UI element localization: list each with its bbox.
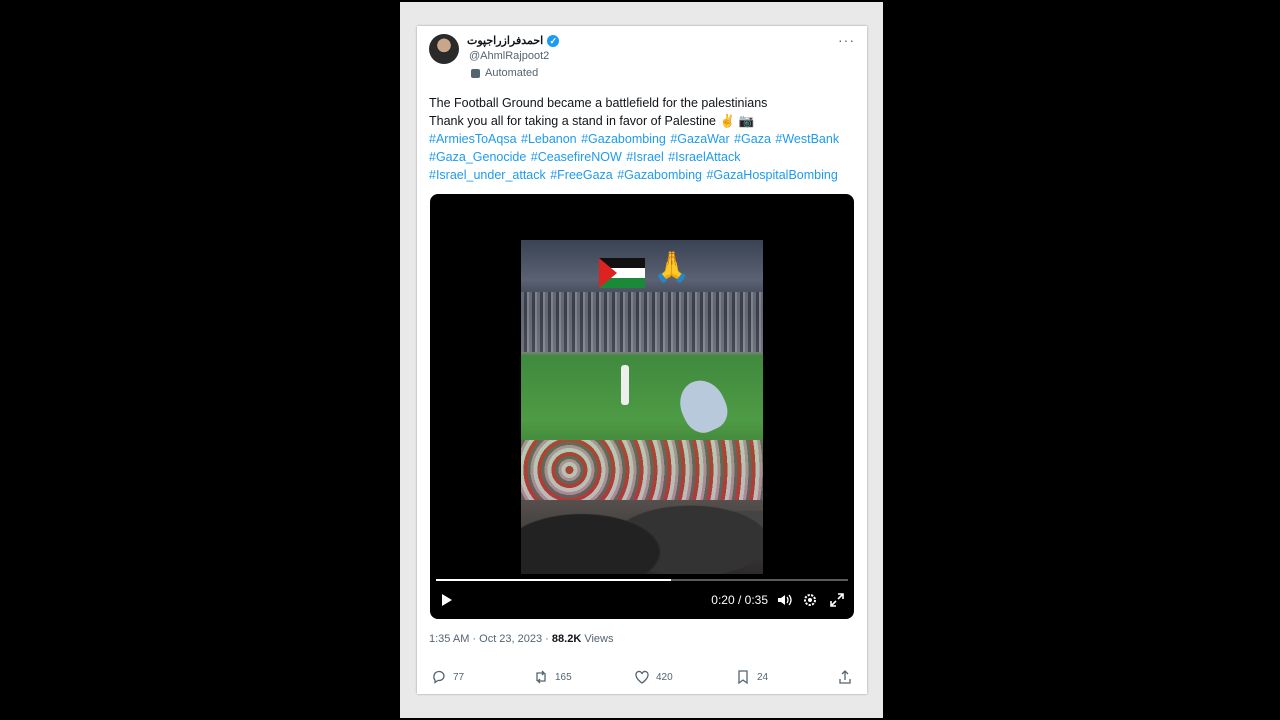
automated-label: Automated (471, 67, 538, 79)
fans-foreground (521, 464, 763, 574)
bookmark-button[interactable]: 24 (735, 669, 768, 685)
palestine-flag-emoji (599, 258, 645, 288)
fullscreen-icon[interactable] (829, 592, 845, 608)
settings-gear-icon[interactable] (802, 592, 818, 608)
verified-badge-icon: ✓ (547, 34, 560, 47)
like-count: 420 (656, 671, 673, 683)
tweet-line: Thank you all for taking a stand in favo… (429, 114, 755, 128)
timestamp[interactable]: 1:35 AM · Oct 23, 2023 · (429, 633, 552, 645)
display-name-row[interactable]: احمدفرازراجپوت ✓ (467, 34, 560, 47)
like-button[interactable]: 420 (634, 669, 673, 685)
video-controls: 0:20 / 0:35 (430, 590, 854, 612)
hashtag-line[interactable]: #Gaza_Genocide #CeasefireNOW #Israel #Is… (429, 148, 859, 166)
share-icon (839, 670, 851, 684)
stadium-crowd (521, 292, 763, 352)
praying-hands-emoji: 🙏 (653, 251, 691, 284)
share-button[interactable] (837, 669, 853, 685)
more-options-icon[interactable]: ··· (838, 32, 855, 48)
automated-text: Automated (485, 67, 539, 79)
user-handle[interactable]: @AhmlRajpoot2 (469, 50, 549, 62)
tweet-meta: 1:35 AM · Oct 23, 2023 · 88.2K Views (429, 633, 613, 645)
tweet-line: The Football Ground became a battlefield… (429, 96, 768, 110)
reply-icon (433, 670, 445, 684)
tweet-card: احمدفرازراجپوت ✓ @AhmlRajpoot2 Automated… (417, 26, 867, 694)
video-progress-fill (436, 579, 671, 581)
tweet-text: The Football Ground became a battlefield… (429, 94, 859, 184)
video-time: 0:20 / 0:35 (711, 593, 768, 607)
avatar[interactable] (429, 34, 459, 64)
play-icon[interactable] (442, 594, 452, 606)
video-player[interactable]: 🙏 0:20 / 0:35 (430, 194, 854, 619)
hashtag-line[interactable]: #ArmiesToAqsa #Lebanon #Gazabombing #Gaz… (429, 130, 859, 148)
teddy-bear (672, 373, 734, 439)
volume-icon[interactable] (776, 592, 792, 608)
repost-button[interactable]: 165 (533, 669, 572, 685)
display-name[interactable]: احمدفرازراجپوت (467, 34, 543, 47)
video-progress-bar[interactable] (436, 579, 848, 581)
heart-icon (635, 670, 649, 684)
hashtag-line[interactable]: #Israel_under_attack #FreeGaza #Gazabomb… (429, 166, 859, 184)
repost-count: 165 (555, 671, 572, 683)
video-frame[interactable]: 🙏 (521, 240, 763, 574)
bookmark-icon (738, 670, 748, 685)
reply-button[interactable]: 77 (431, 669, 464, 685)
views-label: Views (581, 633, 614, 645)
action-bar: 77 165 420 24 (429, 669, 853, 687)
repost-icon (536, 670, 546, 684)
player-figure (621, 365, 629, 405)
bot-icon (471, 68, 480, 78)
reply-count: 77 (453, 671, 465, 683)
bookmark-count: 24 (757, 671, 769, 683)
views-count: 88.2K (551, 633, 582, 645)
